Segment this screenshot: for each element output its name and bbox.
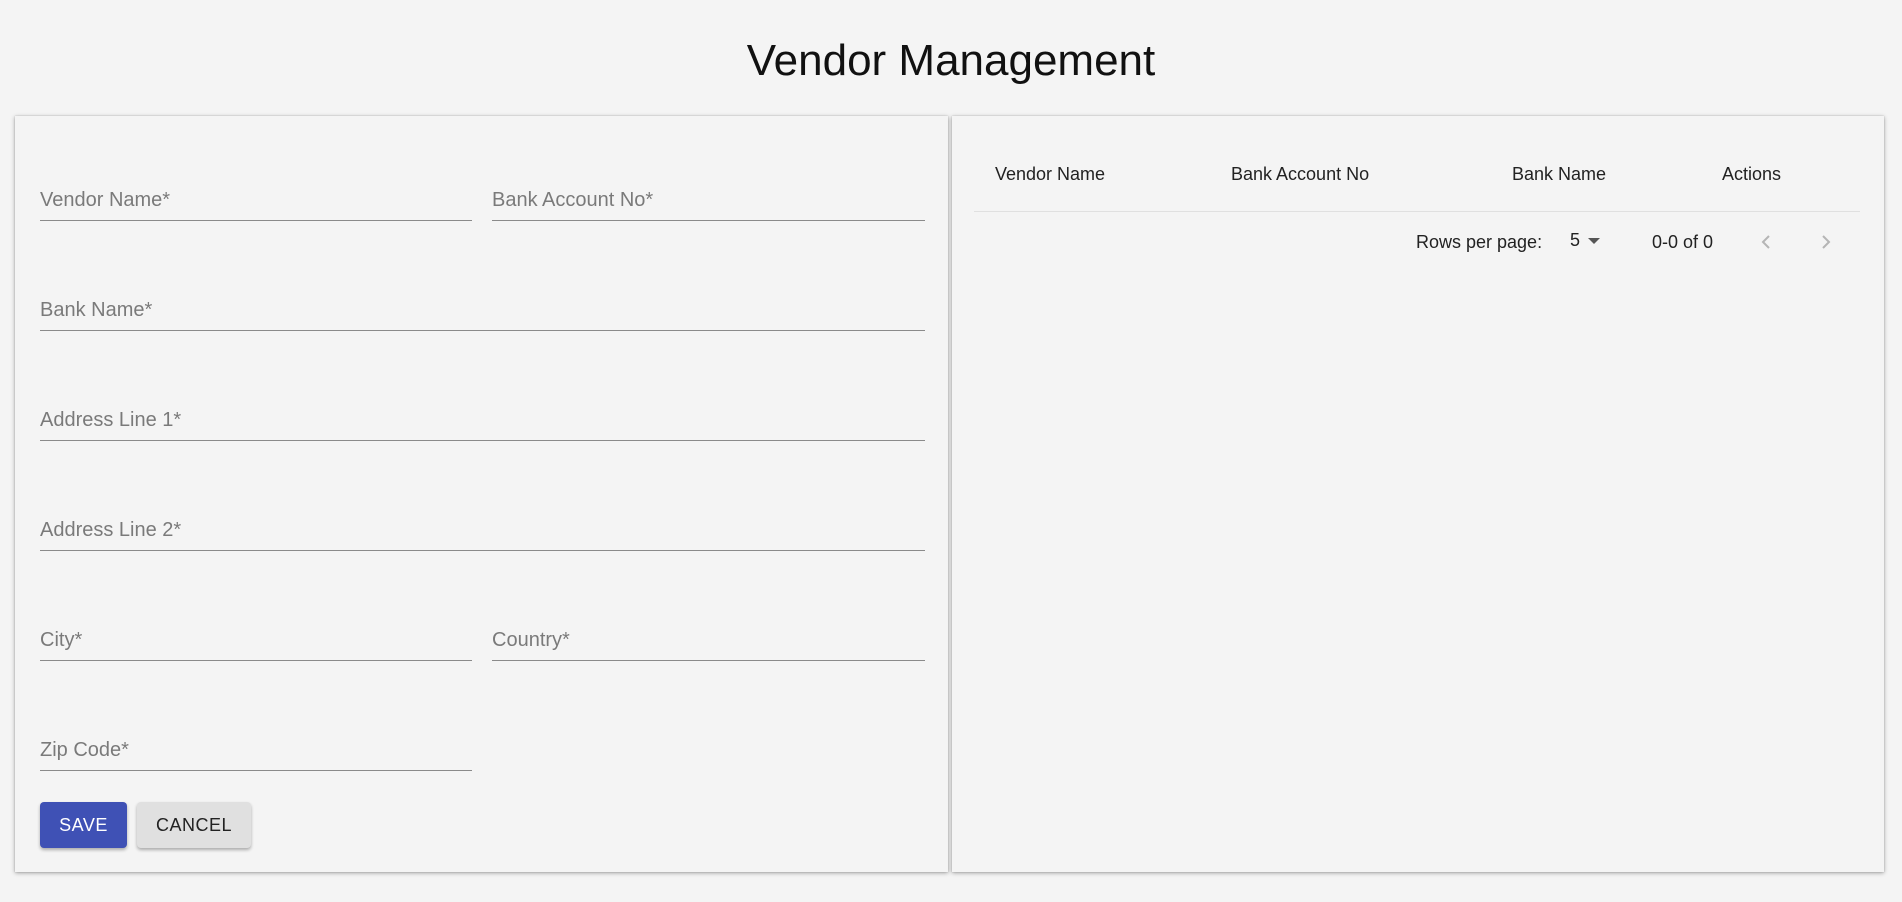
vendor-table-panel: Vendor Name Bank Account No Bank Name Ac… — [952, 116, 1884, 872]
bank-name-input[interactable] — [40, 284, 925, 330]
zip-code-field — [40, 724, 472, 771]
previous-page-button[interactable] — [1748, 224, 1784, 260]
rows-per-page-label: Rows per page: — [1416, 232, 1543, 252]
column-header-bank-account-no[interactable]: Bank Account No — [1231, 164, 1369, 185]
zip-code-input[interactable] — [40, 724, 472, 770]
save-button[interactable]: SAVE — [40, 802, 127, 848]
column-header-vendor-name[interactable]: Vendor Name — [995, 164, 1105, 185]
vendor-form-panel: SAVE CANCEL — [15, 116, 948, 872]
bank-account-no-input[interactable] — [492, 174, 925, 220]
page-title: Vendor Management — [746, 36, 1156, 85]
column-header-actions: Actions — [1722, 164, 1782, 184]
chevron-left-icon — [1761, 235, 1770, 249]
city-field — [40, 614, 472, 661]
next-page-button[interactable] — [1808, 224, 1844, 260]
bank-account-no-field — [492, 174, 925, 221]
vendor-name-input[interactable] — [40, 174, 472, 220]
caret-down-icon — [1588, 238, 1601, 245]
column-header-bank-name[interactable]: Bank Name — [1512, 164, 1606, 185]
vendor-name-field — [40, 174, 472, 221]
address-line-1-input[interactable] — [40, 394, 925, 440]
table-header-divider — [974, 211, 1860, 212]
country-input[interactable] — [492, 614, 925, 660]
address-line-2-input[interactable] — [40, 504, 925, 550]
bank-name-field — [40, 284, 925, 331]
rows-per-page-value: 5 — [1570, 230, 1581, 250]
pagination-range: 0-0 of 0 — [1652, 232, 1714, 252]
cancel-button[interactable]: CANCEL — [137, 802, 251, 848]
address-line-2-field — [40, 504, 925, 551]
country-field — [492, 614, 925, 661]
city-input[interactable] — [40, 614, 472, 660]
address-line-1-field — [40, 394, 925, 441]
rows-per-page-select[interactable]: 5 — [1570, 230, 1601, 251]
chevron-right-icon — [1822, 235, 1831, 249]
